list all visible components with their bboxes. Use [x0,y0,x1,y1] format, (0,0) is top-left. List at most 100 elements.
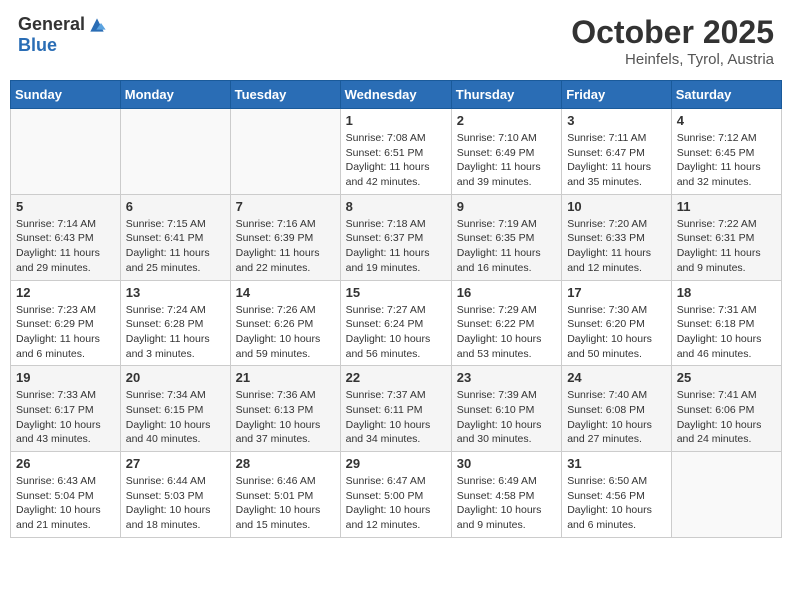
calendar-day-cell: 11 Sunrise: 7:22 AM Sunset: 6:31 PM Dayli… [671,194,781,280]
day-number: 20 [126,370,225,385]
calendar-day-header: Friday [562,81,672,109]
calendar-day-cell: 30Sunrise: 6:49 AM Sunset: 4:58 PM Dayli… [451,452,561,538]
day-info: Sunrise: 6:44 AM Sunset: 5:03 PM Dayligh… [126,474,225,533]
calendar-day-cell: 2Sunrise: 7:10 AM Sunset: 6:49 PM Daylig… [451,109,561,195]
logo-general-text: General [18,14,85,35]
calendar-day-cell: 17 Sunrise: 7:30 AM Sunset: 6:20 PM Dayli… [562,280,672,366]
day-number: 11 [677,199,776,214]
calendar-day-cell: 9Sunrise: 7:19 AM Sunset: 6:35 PM Daylig… [451,194,561,280]
day-info: Sunrise: 7:30 AM Sunset: 6:20 PM Dayligh… [567,303,666,362]
day-number: 5 [16,199,115,214]
calendar-day-cell: 25 Sunrise: 7:41 AM Sunset: 6:06 PM Dayli… [671,366,781,452]
day-number: 8 [346,199,446,214]
day-info: Sunrise: 7:12 AM Sunset: 6:45 PM Dayligh… [677,131,776,190]
calendar-day-cell [230,109,340,195]
day-info: Sunrise: 7:33 AM Sunset: 6:17 PM Dayligh… [16,388,115,447]
day-number: 26 [16,456,115,471]
calendar-day-cell: 7 Sunrise: 7:16 AM Sunset: 6:39 PM Daylig… [230,194,340,280]
calendar-day-cell: 6 Sunrise: 7:15 AM Sunset: 6:41 PM Daylig… [120,194,230,280]
day-info: Sunrise: 7:14 AM Sunset: 6:43 PM Dayligh… [16,217,115,276]
day-number: 15 [346,285,446,300]
day-number: 22 [346,370,446,385]
day-number: 7 [236,199,335,214]
day-info: Sunrise: 7:37 AM Sunset: 6:11 PM Dayligh… [346,388,446,447]
day-number: 25 [677,370,776,385]
day-number: 29 [346,456,446,471]
calendar-day-cell: 26 Sunrise: 6:43 AM Sunset: 5:04 PM Dayli… [11,452,121,538]
day-info: Sunrise: 7:15 AM Sunset: 6:41 PM Dayligh… [126,217,225,276]
calendar-day-cell: 27 Sunrise: 6:44 AM Sunset: 5:03 PM Dayli… [120,452,230,538]
calendar-day-header: Monday [120,81,230,109]
day-info: Sunrise: 7:22 AM Sunset: 6:31 PM Dayligh… [677,217,776,276]
calendar-day-cell: 18 Sunrise: 7:31 AM Sunset: 6:18 PM Dayli… [671,280,781,366]
calendar-day-cell: 31 Sunrise: 6:50 AM Sunset: 4:56 PM Dayli… [562,452,672,538]
day-number: 6 [126,199,225,214]
day-number: 19 [16,370,115,385]
day-number: 30 [457,456,556,471]
calendar-day-cell: 13 Sunrise: 7:24 AM Sunset: 6:28 PM Dayli… [120,280,230,366]
day-number: 9 [457,199,556,214]
day-number: 31 [567,456,666,471]
logo-blue-text: Blue [18,35,57,55]
day-number: 23 [457,370,556,385]
day-info: Sunrise: 6:47 AM Sunset: 5:00 PM Dayligh… [346,474,446,533]
day-info: Sunrise: 7:16 AM Sunset: 6:39 PM Dayligh… [236,217,335,276]
day-number: 14 [236,285,335,300]
calendar-day-cell: 28 Sunrise: 6:46 AM Sunset: 5:01 PM Dayli… [230,452,340,538]
calendar-week-row: 5 Sunrise: 7:14 AM Sunset: 6:43 PM Daylig… [11,194,782,280]
calendar-header-row: SundayMondayTuesdayWednesdayThursdayFrid… [11,81,782,109]
location: Heinfels, Tyrol, Austria [571,51,774,68]
day-number: 10 [567,199,666,214]
day-info: Sunrise: 7:20 AM Sunset: 6:33 PM Dayligh… [567,217,666,276]
title-section: October 2025 Heinfels, Tyrol, Austria [571,14,774,68]
calendar-week-row: 12Sunrise: 7:23 AM Sunset: 6:29 PM Dayli… [11,280,782,366]
day-number: 13 [126,285,225,300]
day-info: Sunrise: 6:46 AM Sunset: 5:01 PM Dayligh… [236,474,335,533]
page-header: General Blue October 2025 Heinfels, Tyro… [10,10,782,72]
calendar-day-cell: 12Sunrise: 7:23 AM Sunset: 6:29 PM Dayli… [11,280,121,366]
month-title: October 2025 [571,14,774,51]
calendar-day-cell: 23Sunrise: 7:39 AM Sunset: 6:10 PM Dayli… [451,366,561,452]
day-info: Sunrise: 6:50 AM Sunset: 4:56 PM Dayligh… [567,474,666,533]
day-number: 21 [236,370,335,385]
calendar-day-cell: 19 Sunrise: 7:33 AM Sunset: 6:17 PM Dayli… [11,366,121,452]
calendar-day-cell: 22 Sunrise: 7:37 AM Sunset: 6:11 PM Dayli… [340,366,451,452]
calendar-day-header: Sunday [11,81,121,109]
calendar-day-cell: 20Sunrise: 7:34 AM Sunset: 6:15 PM Dayli… [120,366,230,452]
calendar-day-cell: 5 Sunrise: 7:14 AM Sunset: 6:43 PM Daylig… [11,194,121,280]
day-info: Sunrise: 6:43 AM Sunset: 5:04 PM Dayligh… [16,474,115,533]
calendar-day-header: Tuesday [230,81,340,109]
day-info: Sunrise: 7:40 AM Sunset: 6:08 PM Dayligh… [567,388,666,447]
day-info: Sunrise: 7:18 AM Sunset: 6:37 PM Dayligh… [346,217,446,276]
calendar-day-cell: 3 Sunrise: 7:11 AM Sunset: 6:47 PM Daylig… [562,109,672,195]
day-number: 17 [567,285,666,300]
calendar-day-cell: 24Sunrise: 7:40 AM Sunset: 6:08 PM Dayli… [562,366,672,452]
day-info: Sunrise: 7:27 AM Sunset: 6:24 PM Dayligh… [346,303,446,362]
calendar-day-cell: 15 Sunrise: 7:27 AM Sunset: 6:24 PM Dayli… [340,280,451,366]
day-info: Sunrise: 7:41 AM Sunset: 6:06 PM Dayligh… [677,388,776,447]
day-info: Sunrise: 7:31 AM Sunset: 6:18 PM Dayligh… [677,303,776,362]
day-info: Sunrise: 7:23 AM Sunset: 6:29 PM Dayligh… [16,303,115,362]
calendar-day-header: Saturday [671,81,781,109]
day-number: 3 [567,113,666,128]
day-number: 27 [126,456,225,471]
calendar-day-cell [671,452,781,538]
day-number: 4 [677,113,776,128]
day-info: Sunrise: 7:24 AM Sunset: 6:28 PM Dayligh… [126,303,225,362]
logo-icon [87,15,107,35]
calendar-day-header: Thursday [451,81,561,109]
calendar-day-header: Wednesday [340,81,451,109]
day-info: Sunrise: 7:11 AM Sunset: 6:47 PM Dayligh… [567,131,666,190]
day-number: 28 [236,456,335,471]
logo: General Blue [18,14,107,56]
calendar-day-cell: 1Sunrise: 7:08 AM Sunset: 6:51 PM Daylig… [340,109,451,195]
day-number: 16 [457,285,556,300]
calendar-day-cell: 10 Sunrise: 7:20 AM Sunset: 6:33 PM Dayli… [562,194,672,280]
day-info: Sunrise: 7:26 AM Sunset: 6:26 PM Dayligh… [236,303,335,362]
calendar-week-row: 19 Sunrise: 7:33 AM Sunset: 6:17 PM Dayli… [11,366,782,452]
calendar-day-cell [120,109,230,195]
calendar-week-row: 1Sunrise: 7:08 AM Sunset: 6:51 PM Daylig… [11,109,782,195]
day-number: 18 [677,285,776,300]
day-info: Sunrise: 7:36 AM Sunset: 6:13 PM Dayligh… [236,388,335,447]
calendar-day-cell [11,109,121,195]
